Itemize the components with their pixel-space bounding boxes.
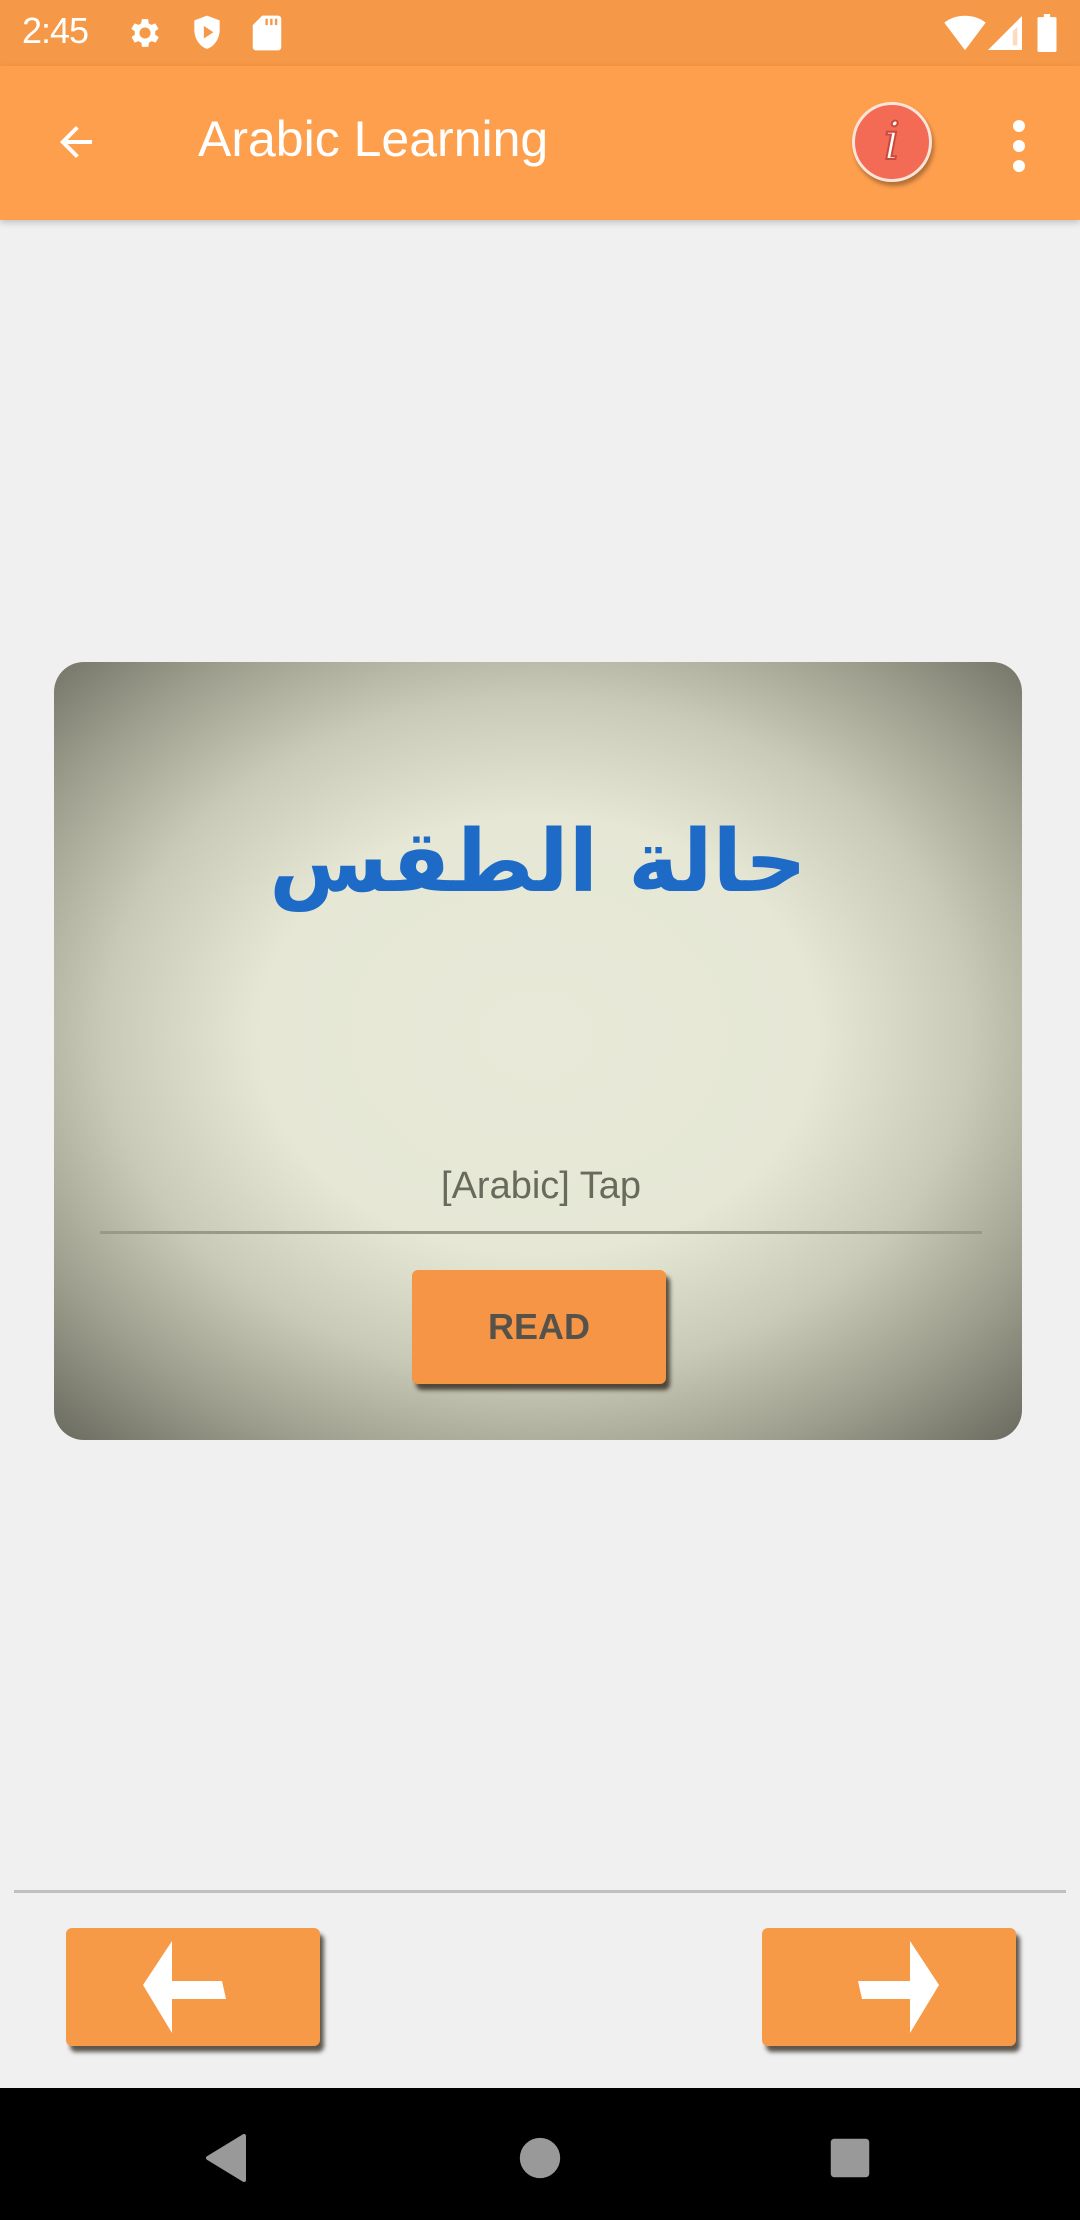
home-circle-icon <box>519 2137 561 2179</box>
status-time: 2:45 <box>22 10 89 51</box>
more-vert-icon-dot <box>1013 140 1025 152</box>
shield-play-icon <box>190 14 224 57</box>
gear-icon <box>126 14 164 57</box>
flash-card: حالة الطقس READ <box>54 662 1022 1440</box>
battery-icon <box>1036 14 1058 57</box>
arrow-left-icon <box>60 126 92 158</box>
arabic-word: حالة الطقس <box>269 812 807 912</box>
info-button[interactable]: i <box>852 102 932 182</box>
signal-icon <box>988 14 1022 57</box>
read-button[interactable]: READ <box>412 1270 666 1384</box>
info-icon: i <box>883 112 902 172</box>
back-button[interactable] <box>46 112 106 172</box>
more-options-button[interactable] <box>994 116 1044 176</box>
status-bar: 2:45 <box>0 0 1080 66</box>
page-title: Arabic Learning <box>198 111 549 167</box>
divider <box>14 1890 1066 1893</box>
recents-square-icon <box>830 2138 870 2178</box>
back-triangle-icon <box>206 2134 246 2182</box>
app-bar: Arabic Learning i <box>0 66 1080 220</box>
system-recents-button[interactable] <box>820 2128 880 2188</box>
system-back-button[interactable] <box>196 2128 256 2188</box>
previous-button[interactable] <box>66 1928 320 2046</box>
sd-card-icon <box>252 14 282 57</box>
more-vert-icon-dot <box>1013 120 1025 132</box>
arrow-left-icon <box>143 1941 226 2033</box>
next-button[interactable] <box>762 1928 1016 2046</box>
more-vert-icon-dot <box>1013 160 1025 172</box>
answer-input[interactable] <box>100 1142 982 1234</box>
system-navigation-bar <box>0 2088 1080 2220</box>
system-home-button[interactable] <box>510 2128 570 2188</box>
wifi-icon <box>944 14 986 57</box>
arrow-right-icon <box>858 1941 939 2033</box>
